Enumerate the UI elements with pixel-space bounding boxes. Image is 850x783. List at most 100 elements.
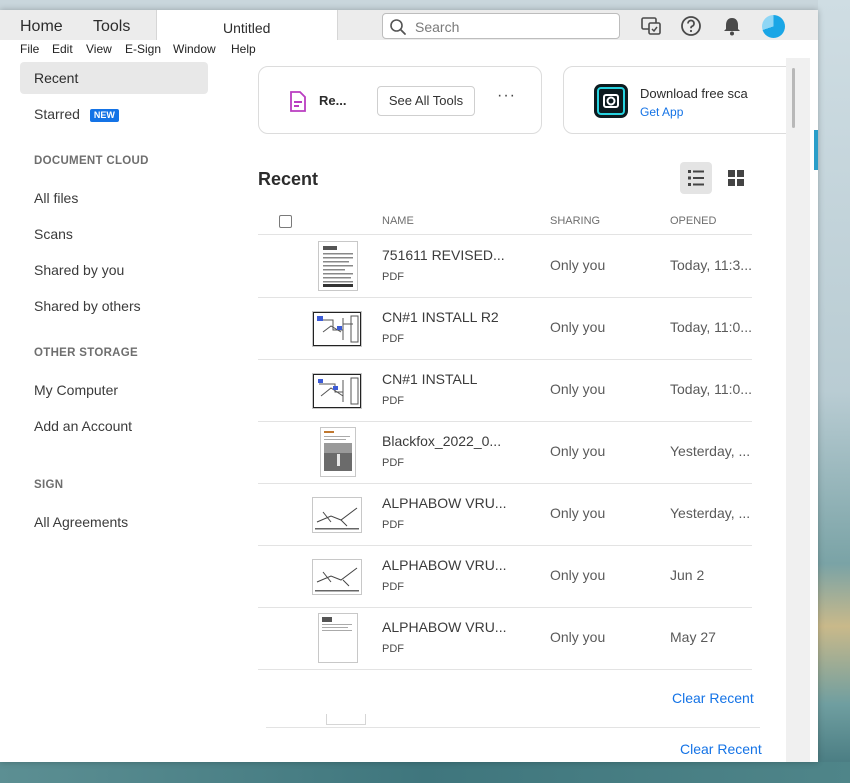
- search-box[interactable]: [382, 13, 620, 39]
- sidebar-item-starred[interactable]: Starred NEW: [20, 98, 208, 130]
- table-row[interactable]: CN#1 INSTALL PDF Only you Today, 11:0...: [258, 359, 752, 422]
- sidebar-item-scans[interactable]: Scans: [20, 218, 208, 250]
- scrollbar[interactable]: [786, 58, 810, 762]
- tab-tools[interactable]: Tools: [93, 10, 130, 40]
- table-row[interactable]: ALPHABOW VRU... PDF Only you May 27: [258, 607, 752, 670]
- file-sharing: Only you: [550, 629, 606, 645]
- tab-document-label: Untitled: [223, 20, 271, 36]
- acrobat-window: Home Tools Untitled File: [0, 10, 818, 762]
- file-thumbnail: [320, 427, 356, 477]
- file-thumbnail: [312, 497, 362, 533]
- search-input[interactable]: [413, 17, 613, 37]
- desktop-background-bottom: [0, 762, 850, 783]
- tab-document[interactable]: Untitled: [156, 10, 338, 40]
- scan-app-card[interactable]: Download free sca Get App: [563, 66, 790, 134]
- menu-view[interactable]: View: [86, 42, 112, 56]
- new-badge: NEW: [89, 108, 119, 122]
- tab-home[interactable]: Home: [20, 10, 63, 40]
- file-name: ALPHABOW VRU...: [382, 495, 507, 511]
- more-options-icon[interactable]: ···: [497, 87, 516, 105]
- file-sharing: Only you: [550, 381, 606, 397]
- sidebar-item-label: Starred: [34, 106, 80, 122]
- sidebar-item-shared-by-you[interactable]: Shared by you: [20, 254, 208, 286]
- sidebar-item-all-files[interactable]: All files: [20, 182, 208, 214]
- table-row[interactable]: CN#1 INSTALL R2 PDF Only you Today, 11:0…: [258, 297, 752, 360]
- table-header: NAME SHARING OPENED: [258, 198, 752, 235]
- menu-esign[interactable]: E-Sign: [125, 42, 161, 56]
- sidebar-item-recent[interactable]: Recent: [20, 62, 208, 94]
- menu-edit[interactable]: Edit: [52, 42, 73, 56]
- section-header-sign: SIGN: [34, 479, 64, 491]
- grid-view-icon: [728, 170, 744, 186]
- tool-card[interactable]: Re... See All Tools ···: [258, 66, 542, 134]
- file-type: PDF: [382, 271, 404, 283]
- bell-icon[interactable]: [721, 15, 743, 37]
- column-header-name[interactable]: NAME: [382, 215, 414, 227]
- file-opened: May 27: [670, 629, 716, 645]
- file-opened: Today, 11:3...: [670, 257, 752, 273]
- ghost-thumbnail: [326, 714, 366, 725]
- file-thumbnail: [312, 559, 362, 595]
- scan-card-title: Download free sca: [640, 86, 748, 101]
- column-header-sharing[interactable]: SHARING: [550, 215, 600, 227]
- sidebar: Recent Starred NEW DOCUMENT CLOUD All fil…: [0, 58, 230, 762]
- avatar[interactable]: [762, 15, 785, 38]
- table-row[interactable]: 751611 REVISED... PDF Only you Today, 11…: [258, 235, 752, 298]
- file-name: ALPHABOW VRU...: [382, 557, 507, 573]
- clear-recent-link[interactable]: Clear Recent: [672, 690, 754, 706]
- table-row[interactable]: ALPHABOW VRU... PDF Only you Jun 2: [258, 545, 752, 608]
- column-header-opened[interactable]: OPENED: [670, 215, 716, 227]
- file-opened: Today, 11:0...: [670, 319, 752, 335]
- tool-name: Re...: [319, 93, 347, 108]
- list-view-icon: [688, 170, 704, 186]
- file-sharing: Only you: [550, 443, 606, 459]
- menu-help[interactable]: Help: [231, 42, 256, 56]
- list-view-button[interactable]: [680, 162, 712, 194]
- table-row[interactable]: Blackfox_2022_0... PDF Only you Yesterda…: [258, 421, 752, 484]
- share-screen-icon[interactable]: [640, 15, 662, 37]
- table-row[interactable]: ALPHABOW VRU... PDF Only you Yesterday, …: [258, 483, 752, 546]
- file-thumbnail: [312, 373, 362, 409]
- select-all-checkbox[interactable]: [279, 215, 292, 228]
- menu-file[interactable]: File: [20, 42, 39, 56]
- file-name: ALPHABOW VRU...: [382, 619, 507, 635]
- grid-view-button[interactable]: [720, 162, 752, 194]
- file-type: PDF: [382, 333, 404, 345]
- get-app-link[interactable]: Get App: [640, 105, 683, 119]
- file-sharing: Only you: [550, 567, 606, 583]
- file-thumbnail: [318, 241, 358, 291]
- search-icon: [390, 19, 406, 35]
- help-icon[interactable]: [680, 15, 702, 37]
- adobe-scan-icon: [594, 84, 628, 118]
- see-all-tools-button[interactable]: See All Tools: [377, 86, 475, 116]
- background-window-accent: [814, 130, 818, 170]
- file-opened: Yesterday, ...: [670, 505, 751, 521]
- desktop-background-right: [818, 0, 850, 783]
- page-title: Recent: [258, 169, 319, 189]
- sidebar-item-my-computer[interactable]: My Computer: [20, 374, 208, 406]
- top-bar: Home Tools Untitled: [0, 10, 818, 40]
- file-sharing: Only you: [550, 319, 606, 335]
- menu-bar: File Edit View E-Sign Window Help: [0, 40, 818, 58]
- file-name: Blackfox_2022_0...: [382, 433, 502, 449]
- file-name: CN#1 INSTALL R2: [382, 309, 499, 325]
- clear-recent-link-secondary[interactable]: Clear Recent: [680, 741, 762, 757]
- sidebar-item-shared-by-others[interactable]: Shared by others: [20, 290, 208, 322]
- sidebar-item-all-agreements[interactable]: All Agreements: [20, 506, 208, 538]
- edit-pdf-icon: [290, 91, 306, 112]
- sidebar-item-add-account[interactable]: Add an Account: [20, 410, 208, 442]
- file-type: PDF: [382, 457, 404, 469]
- file-thumbnail: [312, 311, 362, 347]
- file-sharing: Only you: [550, 505, 606, 521]
- menu-window[interactable]: Window: [173, 42, 216, 56]
- file-name: CN#1 INSTALL: [382, 371, 478, 387]
- file-opened: Today, 11:0...: [670, 381, 752, 397]
- divider: [266, 727, 760, 728]
- file-type: PDF: [382, 643, 404, 655]
- file-sharing: Only you: [550, 257, 606, 273]
- section-header-other-storage: OTHER STORAGE: [34, 347, 139, 359]
- file-thumbnail: [318, 613, 358, 663]
- scroll-thumb[interactable]: [792, 68, 795, 128]
- section-header-document-cloud: DOCUMENT CLOUD: [34, 155, 149, 167]
- file-type: PDF: [382, 581, 404, 593]
